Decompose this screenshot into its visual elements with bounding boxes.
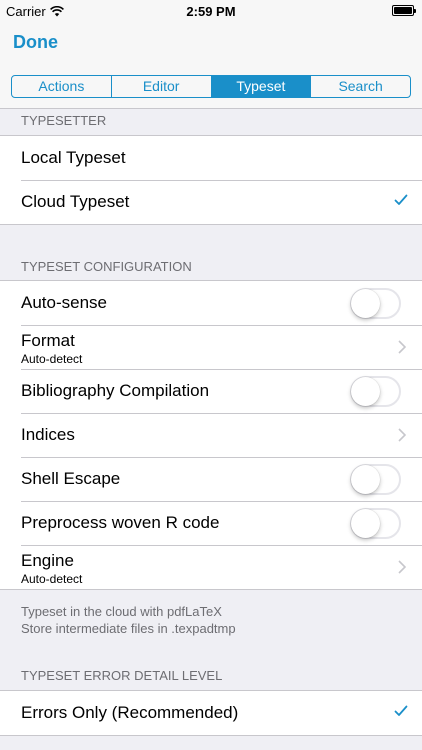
auto-sense-toggle[interactable]: [350, 288, 401, 319]
row-errors-only[interactable]: Errors Only (Recommended): [0, 691, 422, 735]
row-label: Local Typeset: [21, 148, 126, 167]
bibliography-toggle[interactable]: [350, 376, 401, 407]
row-bibliography-compilation: Bibliography Compilation: [0, 369, 422, 413]
typesetter-group: Local Typeset Cloud Typeset: [0, 135, 422, 225]
status-bar: Carrier 2:59 PM: [0, 0, 422, 22]
segmented-control: Actions Editor Typeset Search: [11, 75, 411, 98]
tab-typeset[interactable]: Typeset: [210, 76, 311, 97]
row-label: Engine: [21, 551, 74, 570]
segment-bar: Actions Editor Typeset Search: [0, 66, 422, 109]
footer-line: Store intermediate files in .texpadtmp: [21, 621, 236, 636]
navigation-bar: Done: [0, 22, 422, 66]
checkmark-icon: [394, 194, 408, 205]
row-local-typeset[interactable]: Local Typeset: [0, 136, 422, 180]
row-format[interactable]: Format Auto-detect: [0, 325, 422, 369]
row-sublabel: Auto-detect: [21, 352, 83, 366]
toggle-knob: [351, 289, 380, 318]
row-label: Cloud Typeset: [21, 192, 130, 211]
toggle-knob: [351, 509, 380, 538]
battery-icon: [392, 5, 416, 16]
status-time: 2:59 PM: [186, 4, 236, 19]
chevron-right-icon: [398, 340, 406, 354]
row-sublabel: Auto-detect: [21, 572, 83, 586]
error-level-group: Errors Only (Recommended): [0, 690, 422, 736]
config-footer: Typeset in the cloud with pdfLaTeX Store…: [21, 603, 236, 637]
row-label: Indices: [21, 425, 75, 444]
config-group: Auto-sense Format Auto-detect Bibliograp…: [0, 280, 422, 590]
row-label: Format: [21, 331, 75, 350]
shell-escape-toggle[interactable]: [350, 464, 401, 495]
row-label: Auto-sense: [21, 293, 107, 312]
row-label: Errors Only (Recommended): [21, 703, 239, 722]
row-indices[interactable]: Indices: [0, 413, 422, 457]
row-label: Bibliography Compilation: [21, 381, 210, 400]
tab-search[interactable]: Search: [310, 76, 410, 97]
footer-line: Typeset in the cloud with pdfLaTeX: [21, 604, 222, 619]
row-cloud-typeset[interactable]: Cloud Typeset: [0, 180, 422, 224]
error-level-section-header: TYPESET ERROR DETAIL LEVEL: [21, 668, 223, 683]
row-label: Shell Escape: [21, 469, 121, 488]
toggle-knob: [351, 377, 380, 406]
typesetter-section-header: TYPESETTER: [21, 113, 107, 128]
preprocess-r-toggle[interactable]: [350, 508, 401, 539]
chevron-right-icon: [398, 560, 406, 574]
chevron-right-icon: [398, 428, 406, 442]
row-auto-sense: Auto-sense: [0, 281, 422, 325]
row-shell-escape: Shell Escape: [0, 457, 422, 501]
row-engine[interactable]: Engine Auto-detect: [0, 545, 422, 589]
toggle-knob: [351, 465, 380, 494]
done-button[interactable]: Done: [13, 32, 58, 53]
checkmark-icon: [394, 705, 408, 716]
row-preprocess-r-code: Preprocess woven R code: [0, 501, 422, 545]
config-section-header: TYPESET CONFIGURATION: [21, 259, 192, 274]
tab-actions[interactable]: Actions: [12, 76, 111, 97]
row-label: Preprocess woven R code: [21, 513, 220, 532]
tab-editor[interactable]: Editor: [110, 76, 211, 97]
